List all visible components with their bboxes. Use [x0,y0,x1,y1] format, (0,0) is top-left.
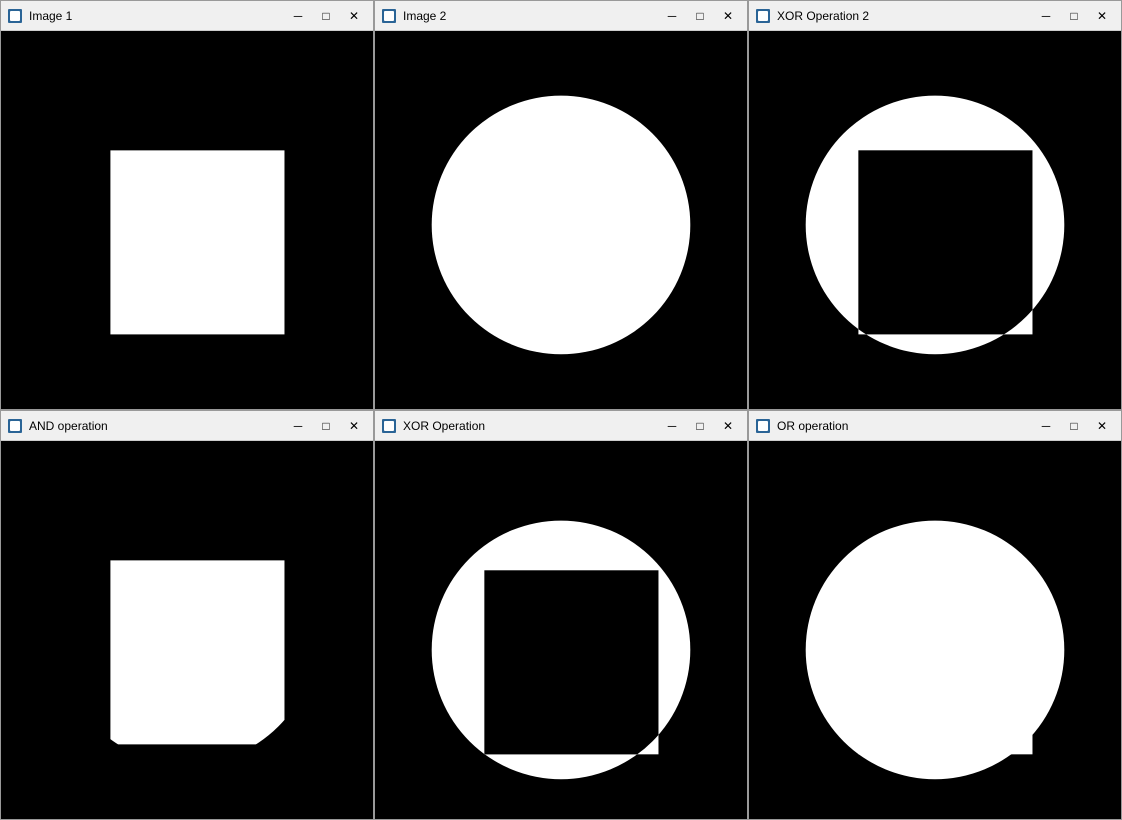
titlebar-controls-xor2: ─ □ ✕ [1033,6,1115,26]
minimize-button-and[interactable]: ─ [285,416,311,436]
window-icon-xor2 [755,8,771,24]
minimize-button-or[interactable]: ─ [1033,416,1059,436]
minimize-button-image2[interactable]: ─ [659,6,685,26]
titlebar-title-and: AND operation [29,419,285,433]
titlebar-image2: Image 2 ─ □ ✕ [375,1,747,31]
desktop: Image 1 ─ □ ✕ Image 2 ─ □ [0,0,1122,820]
canvas-or [749,441,1121,819]
titlebar-title-xor: XOR Operation [403,419,659,433]
window-icon-image2 [381,8,397,24]
titlebar-xor2: XOR Operation 2 ─ □ ✕ [749,1,1121,31]
window-image1: Image 1 ─ □ ✕ [0,0,374,410]
maximize-button-and[interactable]: □ [313,416,339,436]
titlebar-controls-image1: ─ □ ✕ [285,6,367,26]
window-icon-or [755,418,771,434]
image1-svg [1,31,373,409]
xor2-svg [749,31,1121,409]
canvas-xor2 [749,31,1121,409]
titlebar-controls-and: ─ □ ✕ [285,416,367,436]
window-xor: XOR Operation ─ □ ✕ [374,410,748,820]
close-button-xor[interactable]: ✕ [715,416,741,436]
window-icon-xor [381,418,397,434]
titlebar-title-image1: Image 1 [29,9,285,23]
window-icon-image1 [7,8,23,24]
close-button-xor2[interactable]: ✕ [1089,6,1115,26]
titlebar-and: AND operation ─ □ ✕ [1,411,373,441]
window-xor2: XOR Operation 2 ─ □ ✕ [748,0,1122,410]
titlebar-xor: XOR Operation ─ □ ✕ [375,411,747,441]
close-button-or[interactable]: ✕ [1089,416,1115,436]
close-button-image1[interactable]: ✕ [341,6,367,26]
canvas-image1 [1,31,373,409]
maximize-button-or[interactable]: □ [1061,416,1087,436]
or-svg [749,441,1121,819]
titlebar-title-xor2: XOR Operation 2 [777,9,1033,23]
canvas-image2 [375,31,747,409]
titlebar-controls-or: ─ □ ✕ [1033,416,1115,436]
canvas-xor [375,441,747,819]
window-icon-and [7,418,23,434]
and-svg [1,441,373,819]
maximize-button-image2[interactable]: □ [687,6,713,26]
minimize-button-image1[interactable]: ─ [285,6,311,26]
maximize-button-xor[interactable]: □ [687,416,713,436]
close-button-and[interactable]: ✕ [341,416,367,436]
xor-svg [375,441,747,819]
titlebar-title-image2: Image 2 [403,9,659,23]
maximize-button-xor2[interactable]: □ [1061,6,1087,26]
maximize-button-image1[interactable]: □ [313,6,339,26]
window-or: OR operation ─ □ ✕ [748,410,1122,820]
close-button-image2[interactable]: ✕ [715,6,741,26]
minimize-button-xor2[interactable]: ─ [1033,6,1059,26]
window-image2: Image 2 ─ □ ✕ [374,0,748,410]
canvas-and [1,441,373,819]
titlebar-controls-xor: ─ □ ✕ [659,416,741,436]
titlebar-title-or: OR operation [777,419,1033,433]
titlebar-image1: Image 1 ─ □ ✕ [1,1,373,31]
titlebar-controls-image2: ─ □ ✕ [659,6,741,26]
image2-svg [375,31,747,409]
minimize-button-xor[interactable]: ─ [659,416,685,436]
titlebar-or: OR operation ─ □ ✕ [749,411,1121,441]
window-and: AND operation ─ □ ✕ [0,410,374,820]
